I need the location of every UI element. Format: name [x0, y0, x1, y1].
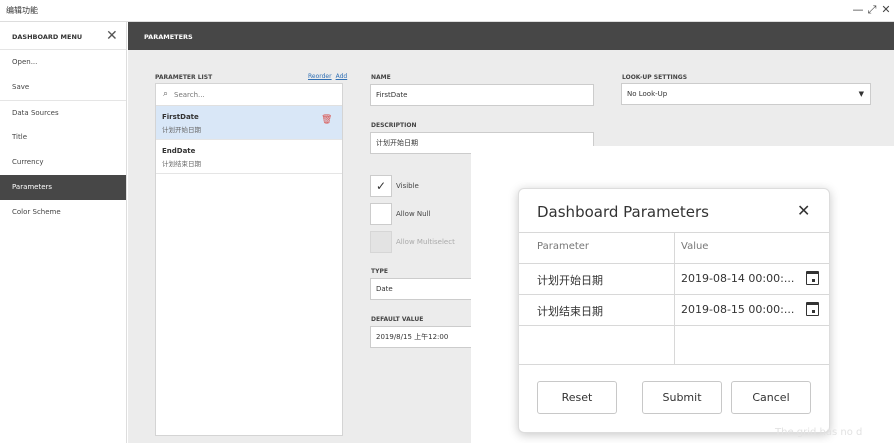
sidebar-item-color-scheme[interactable]: Color Scheme — [0, 200, 126, 225]
close-icon[interactable]: ✕ — [879, 3, 893, 17]
table-row[interactable]: 计划结束日期 2019-08-15 00:00:... — [519, 295, 829, 326]
reorder-link[interactable]: Reorder — [308, 73, 332, 80]
type-label: TYPE — [371, 268, 388, 275]
grid-header: Parameter Value — [519, 233, 829, 264]
list-item[interactable]: EndDate 计划结束日期 — [156, 140, 342, 174]
column-divider — [674, 326, 675, 364]
column-divider — [674, 295, 675, 325]
default-value-label: DEFAULT VALUE — [371, 316, 424, 323]
parameter-description: 计划开始日期 — [162, 126, 201, 134]
window-titlebar: 编辑功能 — ⤢ ✕ — [0, 0, 894, 22]
dashboard-menu: DASHBOARD MENU ✕ Open... Save Data Sourc… — [0, 22, 127, 443]
column-header-parameter: Parameter — [537, 241, 590, 252]
search-input[interactable] — [174, 88, 334, 102]
parameter-list-label: PARAMETER LIST — [155, 74, 213, 81]
column-divider — [674, 264, 675, 294]
maximize-icon[interactable]: ⤢ — [865, 3, 879, 17]
panel-title: PARAMETERS — [144, 33, 193, 41]
close-menu-icon[interactable]: ✕ — [106, 28, 118, 44]
reset-button[interactable]: Reset — [537, 381, 617, 414]
visible-label: Visible — [396, 182, 419, 190]
column-header-value: Value — [681, 241, 709, 252]
sidebar-item-data-sources[interactable]: Data Sources — [0, 100, 126, 125]
menu-header: DASHBOARD MENU ✕ — [0, 22, 126, 50]
type-select[interactable]: Date — [370, 278, 480, 300]
delete-icon[interactable]: 🗑 — [321, 115, 332, 125]
description-label: DESCRIPTION — [371, 122, 417, 129]
lookup-settings-label: LOOK-UP SETTINGS — [622, 74, 688, 81]
column-divider — [674, 233, 675, 263]
parameter-list: ⌕ FirstDate 计划开始日期 🗑 EndDate 计划结束日期 — [155, 83, 343, 436]
parameter-description: 计划结束日期 — [162, 160, 201, 168]
lookup-select[interactable]: No Look-Up ▼ — [621, 83, 871, 105]
parameter-cell: 计划开始日期 — [537, 274, 603, 287]
allow-null-label: Allow Null — [396, 210, 431, 218]
cancel-button[interactable]: Cancel — [731, 381, 811, 414]
value-cell[interactable]: 2019-08-14 00:00:... — [681, 272, 794, 285]
search-box: ⌕ — [156, 84, 342, 106]
visible-checkbox[interactable]: ✓ — [370, 175, 392, 197]
add-link[interactable]: Add — [336, 73, 348, 80]
sidebar-item-open[interactable]: Open... — [0, 50, 126, 75]
sidebar-item-parameters[interactable]: Parameters — [0, 175, 126, 200]
parameters-grid: Parameter Value 计划开始日期 2019-08-14 00:00:… — [519, 232, 829, 365]
panel-header: PARAMETERS — [128, 22, 894, 50]
empty-row — [519, 326, 829, 365]
minimize-icon[interactable]: — — [851, 3, 865, 17]
name-label: NAME — [371, 74, 391, 81]
grid-empty-watermark: The grid has no d — [775, 427, 863, 438]
close-icon[interactable]: ✕ — [797, 201, 810, 220]
parameter-cell: 计划结束日期 — [537, 305, 603, 318]
submit-button[interactable]: Submit — [642, 381, 722, 414]
sidebar-item-currency[interactable]: Currency — [0, 150, 126, 175]
calendar-icon[interactable] — [806, 271, 819, 285]
sidebar-item-title[interactable]: Title — [0, 125, 126, 150]
parameter-list-actions: Reorder Add — [304, 73, 347, 80]
dashboard-parameters-dialog: Dashboard Parameters ✕ Parameter Value 计… — [518, 188, 830, 433]
calendar-icon[interactable] — [806, 302, 819, 316]
allow-multiselect-label: Allow Multiselect — [396, 238, 455, 246]
dialog-title: Dashboard Parameters — [537, 203, 710, 221]
table-row[interactable]: 计划开始日期 2019-08-14 00:00:... — [519, 264, 829, 295]
name-field[interactable]: FirstDate — [370, 84, 594, 106]
parameter-name: EndDate — [162, 147, 196, 155]
value-cell[interactable]: 2019-08-15 00:00:... — [681, 303, 794, 316]
default-value-field[interactable]: 2019/8/15 上午12:00 — [370, 326, 480, 348]
parameter-name: FirstDate — [162, 113, 199, 121]
lookup-value: No Look-Up — [627, 90, 668, 98]
caret-down-icon: ▼ — [858, 90, 864, 98]
sidebar-item-save[interactable]: Save — [0, 75, 126, 100]
allow-null-checkbox[interactable] — [370, 203, 392, 225]
list-item[interactable]: FirstDate 计划开始日期 🗑 — [156, 106, 342, 140]
search-icon: ⌕ — [163, 89, 169, 99]
window-title: 编辑功能 — [6, 6, 38, 15]
menu-title: DASHBOARD MENU — [12, 33, 83, 41]
allow-multiselect-checkbox — [370, 231, 392, 253]
